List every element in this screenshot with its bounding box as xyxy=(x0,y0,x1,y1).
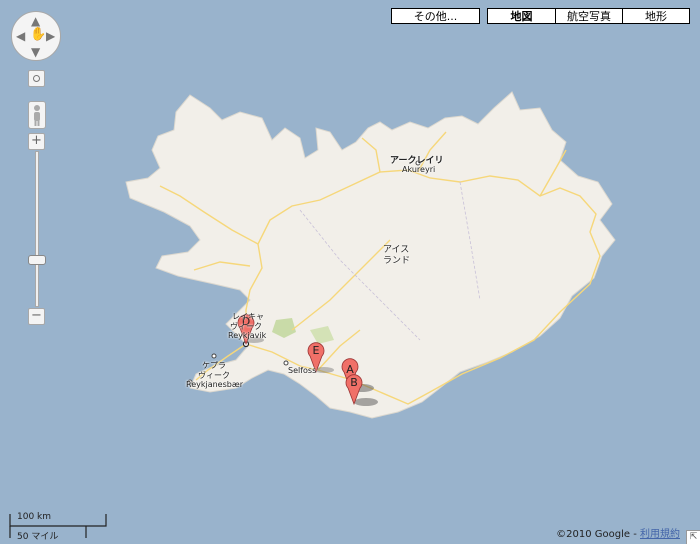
label-iceland-2: ランド xyxy=(383,256,411,266)
pan-down-icon[interactable]: ▼ xyxy=(31,46,40,58)
marker-letter: B xyxy=(350,376,358,389)
pan-right-icon[interactable]: ▶ xyxy=(46,30,55,42)
marker-shadow xyxy=(354,398,378,406)
reset-view-button[interactable] xyxy=(28,70,45,87)
zoom-out-button[interactable]: − xyxy=(28,308,45,325)
map-svg: D E A B xyxy=(0,0,700,544)
pan-up-icon[interactable]: ▲ xyxy=(31,15,40,27)
street-view-pegman-icon[interactable] xyxy=(28,101,46,129)
label-selfoss: Selfoss xyxy=(288,366,317,375)
pan-left-icon[interactable]: ◀ xyxy=(16,30,25,42)
label-reykjavik-en: Reykjavik xyxy=(228,331,267,340)
label-akureyri-en: Akureyri xyxy=(402,165,436,174)
scale-miles-label: 50 マイル xyxy=(17,532,59,542)
map-canvas[interactable]: D E A B アークレイリ Akureyri アイス ランド レイキャ ヴィー… xyxy=(0,0,700,544)
copyright-text: ©2010 Google - xyxy=(556,529,640,540)
more-map-types-button[interactable]: その他... xyxy=(391,8,480,24)
pegman-svg xyxy=(34,105,40,126)
selfoss-dot xyxy=(283,360,289,366)
zoom-slider-track[interactable] xyxy=(35,151,39,307)
pan-control[interactable]: ▲ ◀ ▶ ▼ ✋ xyxy=(11,11,61,61)
map-type-map-button[interactable]: 地図 xyxy=(487,8,556,24)
terms-of-use-link[interactable]: 利用規約 xyxy=(640,529,680,540)
zoom-slider-handle[interactable] xyxy=(28,255,46,265)
map-type-satellite-button[interactable]: 航空写真 xyxy=(556,8,623,24)
copyright: ©2010 Google - 利用規約 xyxy=(556,525,680,540)
overview-toggle-icon[interactable]: ⇱ xyxy=(686,530,700,544)
marker-letter: E xyxy=(313,344,320,357)
label-reykjanesbaer: Reykjanesbær xyxy=(186,380,243,389)
map-type-terrain-button[interactable]: 地形 xyxy=(623,8,690,24)
marker-letter: A xyxy=(346,363,354,376)
hand-icon: ✋ xyxy=(30,27,47,42)
scale-km-label: 100 km xyxy=(17,512,52,522)
zoom-in-button[interactable]: + xyxy=(28,133,45,150)
keflavik-dot xyxy=(211,353,217,359)
